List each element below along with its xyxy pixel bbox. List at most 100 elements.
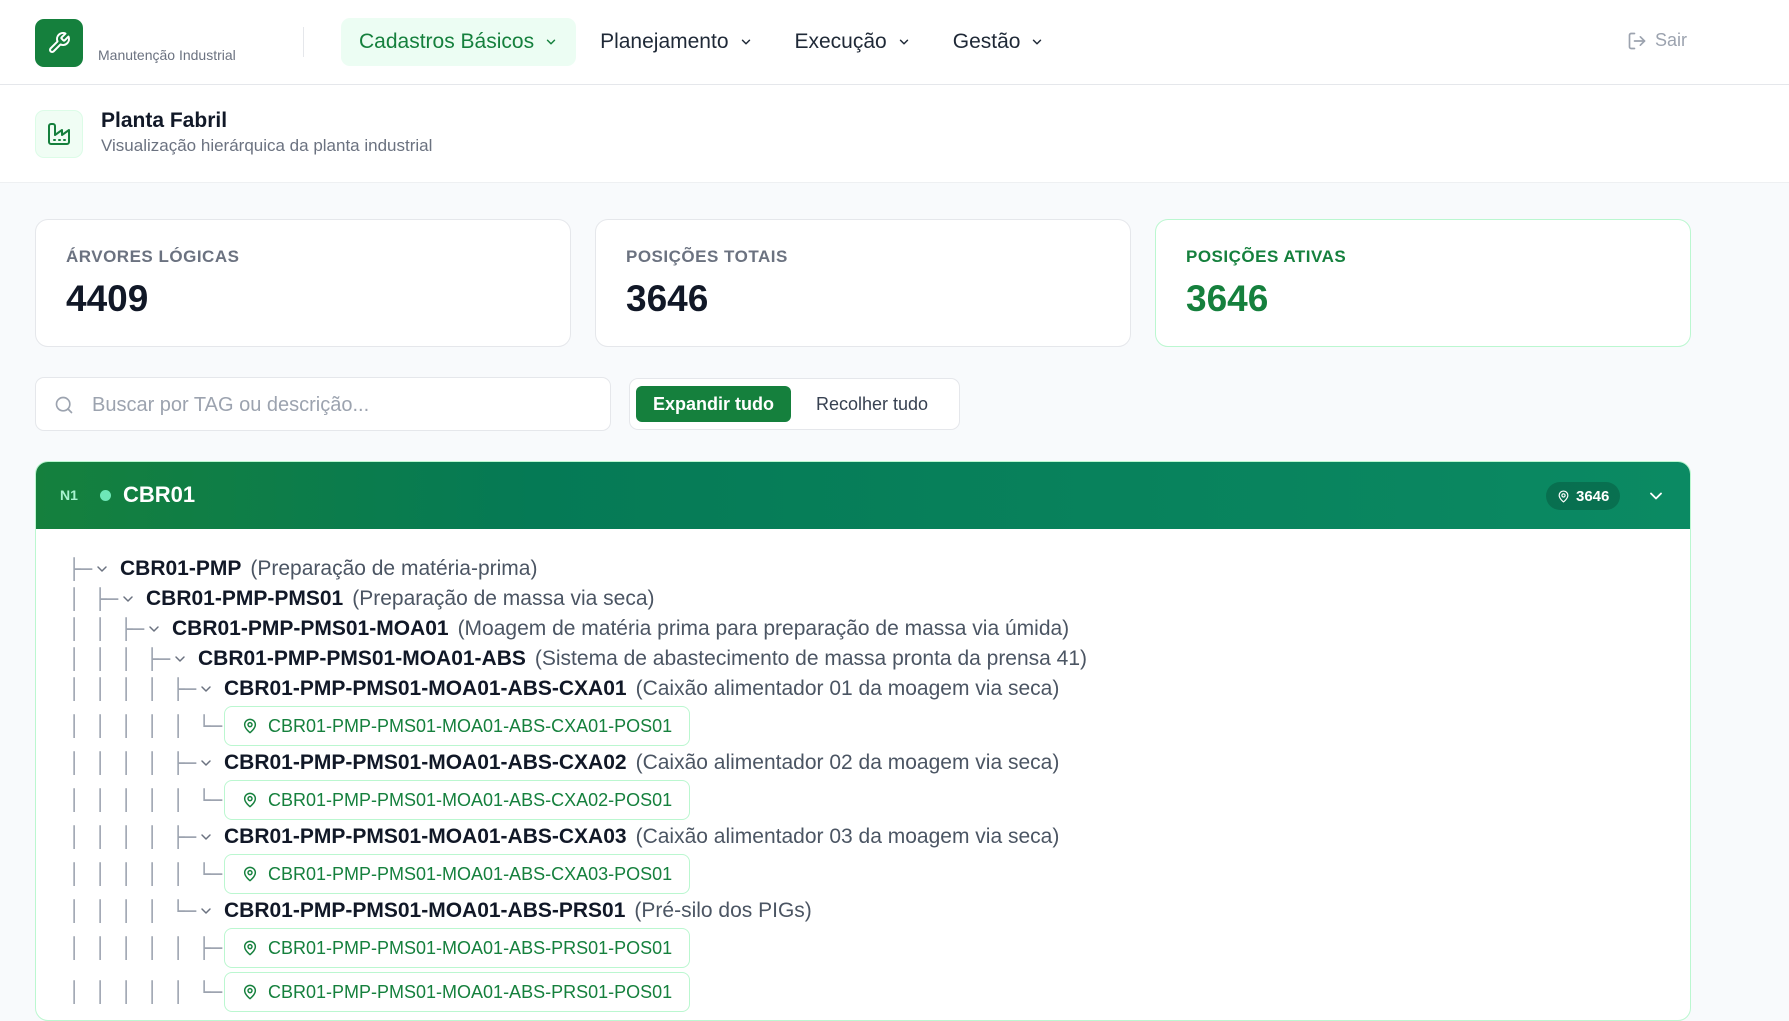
tree-toggle[interactable] <box>198 755 224 771</box>
position-tag: CBR01-PMP-PMS01-MOA01-ABS-CXA02-POS01 <box>268 789 673 810</box>
node-description: (Moagem de matéria prima para preparação… <box>457 617 1070 640</box>
chevron-down-icon[interactable] <box>94 561 110 577</box>
tree-root-header[interactable]: N1 CBR01 3646 <box>36 462 1690 529</box>
tree-guide-lines: ├─ <box>68 557 93 581</box>
tree-guide-lines: │ │ │ │ │ ├─ <box>68 936 223 960</box>
chevron-down-icon[interactable] <box>146 621 162 637</box>
position-chip[interactable]: CBR01-PMP-PMS01-MOA01-ABS-PRS01-POS01 <box>224 928 691 968</box>
tree-toggle[interactable] <box>120 591 146 607</box>
tree-guide-lines: │ │ │ │ ├─ <box>68 751 197 775</box>
node-tag[interactable]: CBR01-PMP-PMS01 <box>146 587 343 611</box>
position-chip[interactable]: CBR01-PMP-PMS01-MOA01-ABS-CXA01-POS01 <box>224 706 691 746</box>
tree-node-row: │ │ ├─ CBR01-PMP-PMS01-MOA01 (Moagem de maté… <box>36 614 1690 644</box>
chevron-down-icon[interactable] <box>198 829 214 845</box>
tree-guide-lines: │ ├─ <box>68 587 119 611</box>
page-title: Planta Fabril <box>101 109 228 132</box>
node-tag[interactable]: CBR01-PMP-PMS01-MOA01-ABS-PRS01 <box>224 899 625 923</box>
app-subtitle: Manutenção Industrial <box>98 47 236 63</box>
node-description: (Preparação de matéria-prima) <box>250 557 538 580</box>
status-dot <box>100 490 111 501</box>
node-tag[interactable]: CBR01-PMP-PMS01-MOA01 <box>172 617 449 641</box>
position-tag: CBR01-PMP-PMS01-MOA01-ABS-CXA01-POS01 <box>268 715 673 736</box>
chevron-down-icon[interactable] <box>120 591 136 607</box>
node-description: (Preparação de massa via seca) <box>352 587 655 610</box>
chevron-down-icon[interactable] <box>198 903 214 919</box>
position-tag: CBR01-PMP-PMS01-MOA01-ABS-CXA03-POS01 <box>268 863 673 884</box>
page-icon-box <box>35 110 83 158</box>
position-chip[interactable]: CBR01-PMP-PMS01-MOA01-ABS-CXA02-POS01 <box>224 780 691 820</box>
stat-label: POSIÇÕES ATIVAS <box>1186 247 1347 266</box>
tree-toggle[interactable] <box>94 561 120 577</box>
expand-all-button[interactable]: Expandir tudo <box>636 386 791 422</box>
map-pin-icon <box>243 718 257 734</box>
node-tag[interactable]: CBR01-PMP-PMS01-MOA01-ABS-CXA03 <box>224 825 627 849</box>
chevron-down-icon <box>546 39 556 45</box>
tree-actions: Expandir tudo Recolher tudo <box>629 378 960 430</box>
node-tag[interactable]: CBR01-PMP-PMS01-MOA01-ABS-CXA01 <box>224 677 627 701</box>
tree-node-row: │ │ │ │ └─ CBR01-PMP-PMS01-MOA01-ABS-PRS01 (Pr… <box>36 896 1690 926</box>
tree-node-row: │ │ │ │ ├─ CBR01-PMP-PMS01-MOA01-ABS-CXA02 (Ca… <box>36 748 1690 778</box>
chevron-down-icon[interactable] <box>198 681 214 697</box>
nav-label: Gestão <box>952 30 1021 53</box>
page-header: Planta Fabril Visualização hierárquica d… <box>0 85 1789 183</box>
nav-planejamento[interactable]: Planejamento <box>582 18 770 66</box>
tree-node-row: │ ├─ CBR01-PMP-PMS01 (Preparação de massa v… <box>36 584 1690 614</box>
tree-toggle[interactable] <box>172 651 198 667</box>
position-tag: CBR01-PMP-PMS01-MOA01-ABS-PRS01-POS01 <box>268 937 673 958</box>
chevron-down-icon[interactable] <box>1646 486 1666 506</box>
node-tag[interactable]: CBR01-PMP-PMS01-MOA01-ABS-CXA02 <box>224 751 627 775</box>
stat-value: 4409 <box>66 278 149 319</box>
app-logo[interactable] <box>35 19 83 67</box>
stat-card-posicoes-totais: POSIÇÕES TOTAIS 3646 <box>595 219 1131 347</box>
chevron-down-icon <box>1033 39 1042 45</box>
factory-icon <box>48 123 70 145</box>
chevron-down-icon[interactable] <box>172 651 188 667</box>
map-pin-icon <box>243 984 257 1000</box>
tree-guide-lines: │ │ │ │ ├─ <box>68 825 197 849</box>
tree-position-row: │ │ │ │ │ └─ CBR01-PMP-PMS01-MOA01-ABS-CXA01-P… <box>36 704 1690 748</box>
tree-toggle[interactable] <box>146 621 172 637</box>
tree-position-row: │ │ │ │ │ └─ CBR01-PMP-PMS01-MOA01-ABS-CXA02-P… <box>36 778 1690 822</box>
position-count-badge: 3646 <box>1546 482 1621 510</box>
stat-card-arvores-logicas: ÁRVORES LÓGICAS 4409 <box>35 219 571 347</box>
map-pin-icon <box>243 866 257 882</box>
stat-card-posicoes-ativas: POSIÇÕES ATIVAS 3646 <box>1155 219 1691 347</box>
logout-button[interactable]: Sair <box>1627 30 1687 51</box>
position-chip[interactable]: CBR01-PMP-PMS01-MOA01-ABS-CXA03-POS01 <box>224 854 691 894</box>
level-badge: N1 <box>60 487 78 503</box>
node-tag[interactable]: CBR01-PMP <box>120 557 241 581</box>
tree-toggle[interactable] <box>198 829 224 845</box>
chevron-down-icon <box>741 39 750 45</box>
nav-gestao[interactable]: Gestão <box>935 18 1063 66</box>
nav-cadastros-basicos[interactable]: Cadastros Básicos <box>341 18 577 66</box>
position-chip[interactable]: CBR01-PMP-PMS01-MOA01-ABS-PRS01-POS01 <box>224 972 691 1012</box>
tree-node-row: │ │ │ │ ├─ CBR01-PMP-PMS01-MOA01-ABS-CXA01 (Ca… <box>36 674 1690 704</box>
chevron-down-icon[interactable] <box>198 755 214 771</box>
position-count: 3646 <box>1576 487 1610 505</box>
nav-execucao[interactable]: Execução <box>777 18 929 66</box>
tree-position-row: │ │ │ │ │ └─ CBR01-PMP-PMS01-MOA01-ABS-CXA03-P… <box>36 852 1690 896</box>
tree-toggle[interactable] <box>198 903 224 919</box>
position-tag: CBR01-PMP-PMS01-MOA01-ABS-PRS01-POS01 <box>268 981 673 1002</box>
nav-label: Execução <box>794 30 887 53</box>
map-pin-icon <box>243 940 257 956</box>
nav-label: Cadastros Básicos <box>359 30 535 53</box>
node-description: (Sistema de abastecimento de massa pront… <box>534 647 1088 670</box>
stat-value: 3646 <box>626 278 709 319</box>
tree-node-row: │ │ │ ├─ CBR01-PMP-PMS01-MOA01-ABS (Sistema d… <box>36 644 1690 674</box>
search-icon <box>55 396 73 414</box>
tree-guide-lines: │ │ │ │ │ └─ <box>68 862 223 886</box>
logout-label: Sair <box>1655 30 1688 50</box>
stat-value: 3646 <box>1186 278 1269 319</box>
tree-guide-lines: │ │ │ │ │ └─ <box>68 980 223 1004</box>
tree-node-row: │ │ │ │ ├─ CBR01-PMP-PMS01-MOA01-ABS-CXA03 (Ca… <box>36 822 1690 852</box>
search-input[interactable] <box>90 378 594 432</box>
node-description: (Pré-silo dos PIGs) <box>634 899 812 922</box>
tree-position-row: │ │ │ │ │ └─ CBR01-PMP-PMS01-MOA01-ABS-PRS01-P… <box>36 970 1690 1014</box>
logout-icon <box>1628 32 1646 49</box>
collapse-all-button[interactable]: Recolher tudo <box>799 386 945 422</box>
chevron-down-icon <box>899 39 908 45</box>
tree-guide-lines: │ │ │ │ │ └─ <box>68 714 223 738</box>
node-tag[interactable]: CBR01-PMP-PMS01-MOA01-ABS <box>198 647 526 671</box>
tree-toggle[interactable] <box>198 681 224 697</box>
